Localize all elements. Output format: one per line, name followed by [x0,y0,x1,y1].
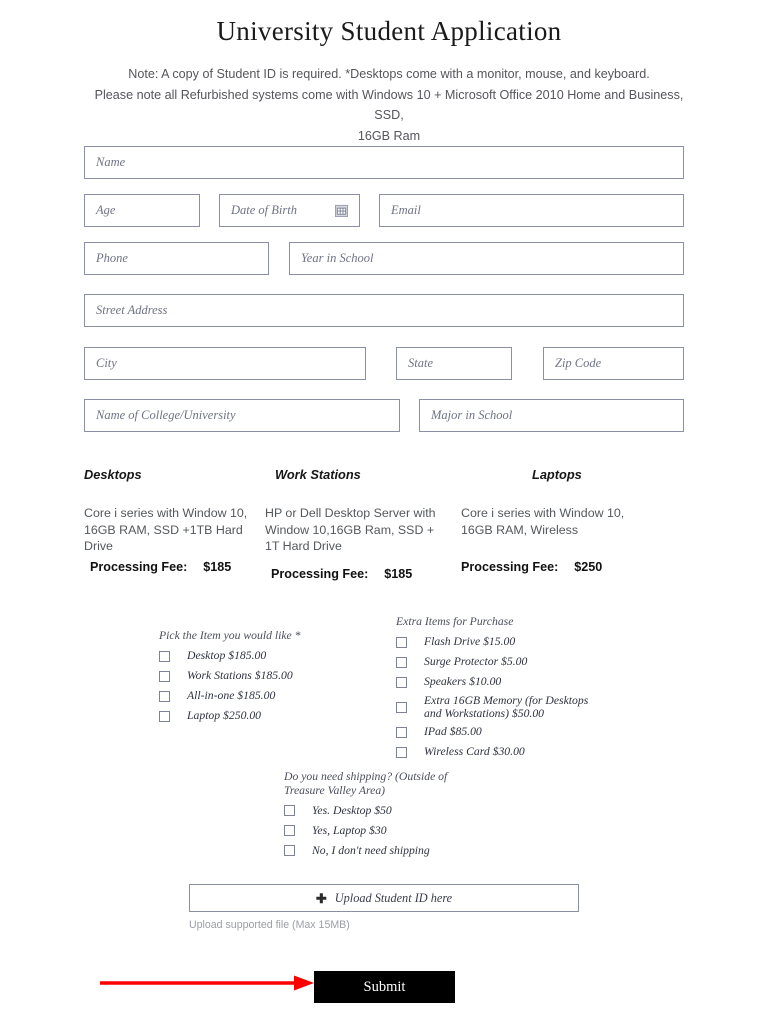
zip-code-placeholder: Zip Code [555,356,602,370]
checkbox-surge-protector[interactable] [396,656,407,668]
checkbox-label: Wireless Card $30.00 [424,745,525,759]
product-heading-desktops: Desktops [84,467,142,482]
checkbox-flash-drive[interactable] [396,636,407,648]
checkbox-speakers[interactable] [396,676,407,688]
application-form-page: University Student Application Note: A c… [0,0,778,1024]
page-title: University Student Application [216,16,562,46]
note-line-2: Please note all Refurbished systems come… [94,87,684,123]
checkbox-label: Yes, Laptop $30 [312,823,387,837]
plus-icon: ✚ [315,890,327,906]
submit-button[interactable]: Submit [314,971,455,1003]
zip-code-input[interactable]: Zip Code [543,347,684,380]
checkbox-laptop[interactable] [159,710,170,722]
product-heading-work-stations: Work Stations [275,467,361,482]
product-heading-laptops: Laptops [532,467,582,482]
checkbox-label: All-in-one $185.00 [187,689,276,703]
checkbox-row[interactable]: All-in-one $185.00 [159,688,374,705]
checkbox-row[interactable]: IPad $85.00 [396,724,606,741]
phone-input[interactable]: Phone [84,242,269,275]
major-input[interactable]: Major in School [419,399,684,432]
checkbox-row[interactable]: Work Stations $185.00 [159,668,374,685]
date-of-birth-placeholder: Date of Birth [231,203,297,217]
upload-student-id-button[interactable]: ✚ Upload Student ID here [189,884,579,912]
major-placeholder: Major in School [431,408,513,422]
product-fee-work-stations: Processing Fee: $185 [271,567,412,581]
checkbox-extra-memory[interactable] [396,701,407,713]
fee-label-laptops: Processing Fee: [461,560,559,574]
product-description-work-stations: HP or Dell Desktop Server with Window 10… [265,506,436,553]
college-name-input[interactable]: Name of College/University [84,399,400,432]
product-fee-laptops: Processing Fee: $250 [461,560,602,574]
city-placeholder: City [96,356,117,370]
checkbox-shipping-desktop[interactable] [284,805,295,816]
state-input[interactable]: State [396,347,512,380]
age-input[interactable]: Age [84,194,200,227]
checkbox-shipping-laptop[interactable] [284,825,295,836]
red-arrow-icon [100,975,314,991]
checkbox-label: IPad $85.00 [424,725,482,739]
checkbox-row[interactable]: Wireless Card $30.00 [396,744,606,761]
extra-items-group: Extra Items for Purchase Flash Drive $15… [396,615,606,764]
pick-item-group-title: Pick the Item you would like * [159,629,301,642]
phone-placeholder: Phone [96,251,128,265]
year-in-school-placeholder: Year in School [301,251,374,265]
street-address-placeholder: Street Address [96,303,168,317]
shipping-group: Do you need shipping? (Outside of Treasu… [284,770,484,862]
calendar-icon[interactable] [335,204,348,217]
checkbox-label: Surge Protector $5.00 [424,655,528,669]
fee-amount-desktops: $185 [203,560,232,574]
product-fee-desktops: Processing Fee: $185 [90,560,231,574]
fee-amount-work-stations: $185 [384,567,413,581]
checkbox-row[interactable]: Extra 16GB Memory (for Desktops and Work… [396,694,606,721]
extra-items-group-title: Extra Items for Purchase [396,615,514,628]
checkbox-row[interactable]: Laptop $250.00 [159,708,374,725]
name-placeholder: Name [96,155,126,169]
checkbox-label: No, I don't need shipping [312,843,430,857]
state-placeholder: State [408,356,433,370]
checkbox-label: Yes. Desktop $50 [312,803,392,817]
email-placeholder: Email [391,203,421,217]
checkbox-desktop[interactable] [159,650,170,662]
checkbox-work-stations[interactable] [159,670,170,682]
checkbox-row[interactable]: No, I don't need shipping [284,842,484,859]
college-name-placeholder: Name of College/University [96,408,236,422]
upload-hint: Upload supported file (Max 15MB) [189,919,350,931]
form-note: Note: A copy of Student ID is required. … [89,64,689,146]
checkbox-label: Laptop $250.00 [187,709,262,723]
checkbox-label: Extra 16GB Memory (for Desktops and Work… [424,693,589,721]
fee-label-desktops: Processing Fee: [90,560,188,574]
street-address-input[interactable]: Street Address [84,294,684,327]
product-description-desktops: Core i series with Window 10, 16GB RAM, … [84,506,248,553]
note-line-3: 16GB Ram [357,128,421,143]
checkbox-label: Speakers $10.00 [424,675,502,689]
age-placeholder: Age [96,203,116,217]
checkbox-all-in-one[interactable] [159,690,170,702]
pick-item-group: Pick the Item you would like * Desktop $… [159,629,374,728]
note-line-1: Note: A copy of Student ID is required. … [128,67,650,81]
product-description-laptops: Core i series with Window 10, 16GB RAM, … [461,506,625,537]
year-in-school-input[interactable]: Year in School [289,242,684,275]
checkbox-row[interactable]: Yes. Desktop $50 [284,802,484,819]
checkbox-ipad[interactable] [396,726,407,738]
fee-label-work-stations: Processing Fee: [271,567,369,581]
checkbox-row[interactable]: Surge Protector $5.00 [396,654,606,671]
fee-amount-laptops: $250 [574,560,603,574]
email-input[interactable]: Email [379,194,684,227]
checkbox-row[interactable]: Flash Drive $15.00 [396,634,606,651]
checkbox-row[interactable]: Desktop $185.00 [159,648,374,665]
checkbox-no-shipping[interactable] [284,845,295,856]
city-input[interactable]: City [84,347,366,380]
name-input[interactable]: Name [84,146,684,179]
checkbox-row[interactable]: Yes, Laptop $30 [284,822,484,839]
date-of-birth-input[interactable]: Date of Birth [219,194,360,227]
upload-label: Upload Student ID here [334,890,453,905]
checkbox-label: Work Stations $185.00 [187,669,293,683]
checkbox-label: Flash Drive $15.00 [424,635,516,649]
checkbox-wireless-card[interactable] [396,746,407,758]
shipping-group-title: Do you need shipping? (Outside of Treasu… [284,770,448,797]
checkbox-row[interactable]: Speakers $10.00 [396,674,606,691]
checkbox-label: Desktop $185.00 [187,649,267,663]
